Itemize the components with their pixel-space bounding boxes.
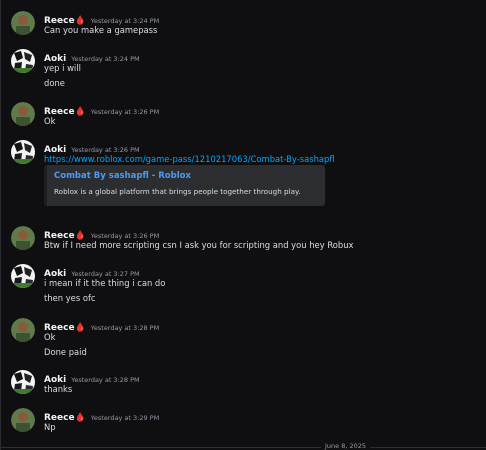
- timestamp: Yesterday at 3:24 PM: [71, 55, 140, 63]
- message-text: Np: [44, 422, 56, 432]
- chat-area: Reece🩸 Yesterday at 3:24 PM Can you make …: [0, 0, 486, 450]
- message-text: Ok: [44, 116, 56, 126]
- message-link[interactable]: https://www.roblox.com/game-pass/1210217…: [44, 153, 335, 165]
- date-divider: June 8, 2025: [321, 442, 371, 450]
- aoki-avatar[interactable]: [11, 49, 35, 73]
- date-divider-line: [1, 447, 486, 448]
- message-text: done: [44, 78, 65, 88]
- message-text: Ok: [44, 332, 56, 342]
- message-text: then yes ofc: [44, 293, 96, 303]
- aoki-avatar[interactable]: [11, 370, 35, 394]
- reece-avatar[interactable]: [11, 318, 35, 342]
- message-text: i mean if it the thing i can do: [44, 278, 166, 288]
- aoki-avatar[interactable]: [11, 140, 35, 164]
- message-text: thanks: [44, 384, 73, 394]
- embed-description: Roblox is a global platform that brings …: [54, 187, 301, 196]
- message-text: yep i will: [44, 63, 81, 73]
- timestamp: Yesterday at 3:28 PM: [71, 376, 140, 384]
- timestamp: Yesterday at 3:28 PM: [90, 324, 160, 332]
- reece-avatar[interactable]: [11, 102, 35, 126]
- reece-avatar[interactable]: [11, 11, 35, 35]
- timestamp: Yesterday at 3:29 PM: [90, 414, 160, 422]
- message-text: Done paid: [44, 347, 87, 357]
- aoki-avatar[interactable]: [11, 264, 35, 288]
- embed-title[interactable]: Combat By sashapfl - Roblox: [54, 171, 191, 181]
- reece-avatar[interactable]: [11, 408, 35, 432]
- link-embed: Combat By sashapfl - Roblox Roblox is a …: [44, 165, 325, 206]
- reece-avatar[interactable]: [11, 226, 35, 250]
- message-text: Btw if I need more scripting csn I ask y…: [44, 240, 354, 250]
- message-text: Can you make a gamepass: [44, 25, 158, 35]
- timestamp: Yesterday at 3:26 PM: [90, 108, 160, 116]
